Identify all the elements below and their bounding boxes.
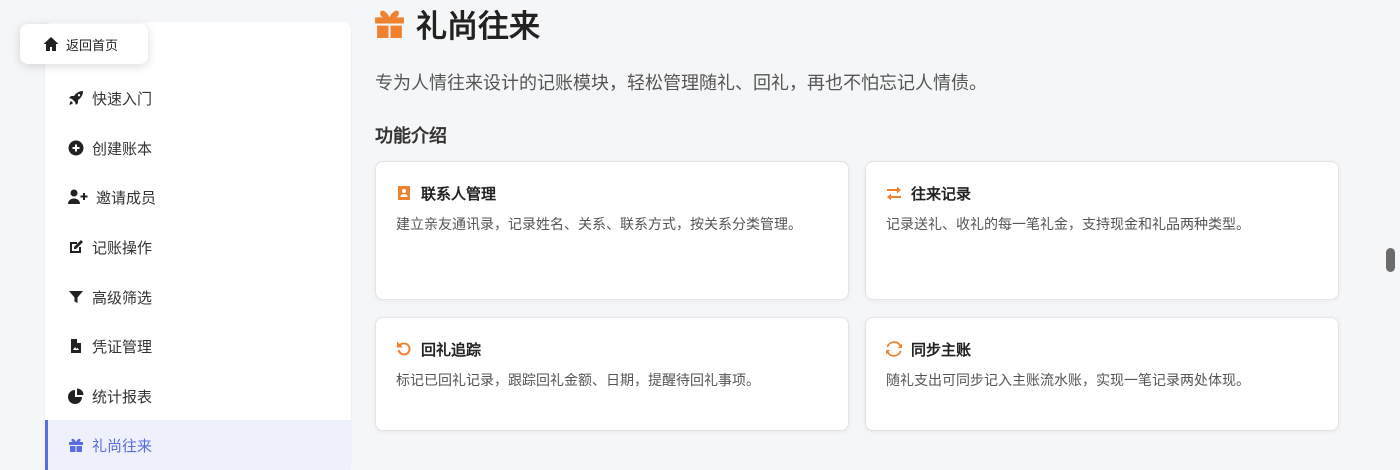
gift-icon	[67, 436, 85, 454]
sidebar-item-label: 邀请成员	[96, 188, 157, 207]
sidebar-item-reports[interactable]: 统计报表	[45, 371, 351, 421]
feature-card-header: 联系人管理	[396, 182, 828, 204]
back-home-button[interactable]: 返回首页	[20, 24, 148, 64]
feature-card-return-gift: 回礼追踪 标记已回礼记录，跟踪回礼金额、日期，提醒待回礼事项。	[375, 317, 849, 431]
feature-card-desc: 标记已回礼记录，跟踪回礼金额、日期，提醒待回礼事项。	[396, 373, 760, 389]
feature-card-desc: 记录送礼、收礼的每一笔礼金，支持现金和礼品两种类型。	[886, 217, 1250, 233]
feature-card-title: 联系人管理	[421, 184, 497, 203]
page-subtitle: 专为人情往来设计的记账模块，轻松管理随礼、回礼，再也不怕忘记人情债。	[375, 73, 987, 94]
feature-card-header: 往来记录	[886, 182, 1318, 204]
sidebar: 介绍 快速入门 创建账本 邀请成员 记账操作 高级筛选 凭证管理	[45, 22, 351, 470]
sidebar-item-voucher[interactable]: 凭证管理	[45, 321, 351, 371]
sidebar-item-label: 高级筛选	[92, 288, 153, 307]
feature-card-contacts: 联系人管理 建立亲友通讯录，记录姓名、关系、联系方式，按关系分类管理。	[375, 161, 849, 300]
feature-card-title: 往来记录	[911, 184, 972, 203]
section-title: 功能介绍	[375, 126, 447, 147]
sidebar-item-invite-members[interactable]: 邀请成员	[45, 172, 351, 222]
page-title-text: 礼尚往来	[416, 8, 540, 45]
exchange-arrows-icon	[887, 186, 901, 201]
pie-chart-icon	[67, 387, 85, 405]
sidebar-item-quickstart[interactable]: 快速入门	[45, 73, 351, 123]
sidebar-item-label: 快速入门	[92, 89, 153, 108]
feature-card-desc: 随礼支出可同步记入主账流水账，实现一笔记录两处体现。	[886, 373, 1250, 389]
feature-card-title: 同步主账	[911, 340, 972, 359]
back-home-label: 返回首页	[66, 38, 119, 54]
edit-icon	[67, 238, 85, 256]
sync-icon	[886, 341, 902, 357]
user-plus-icon	[67, 188, 89, 206]
sidebar-item-gifts[interactable]: 礼尚往来	[45, 420, 351, 470]
feature-card-sync: 同步主账 随礼支出可同步记入主账流水账，实现一笔记录两处体现。	[865, 317, 1339, 431]
feature-card-records: 往来记录 记录送礼、收礼的每一笔礼金，支持现金和礼品两种类型。	[865, 161, 1339, 300]
home-icon	[43, 37, 59, 51]
file-icon	[67, 337, 85, 355]
filter-icon	[67, 288, 85, 306]
feature-card-header: 同步主账	[886, 338, 1318, 360]
gift-icon	[375, 10, 404, 38]
undo-icon	[397, 341, 411, 356]
sidebar-item-bookkeeping[interactable]: 记账操作	[45, 222, 351, 272]
scrollbar-thumb[interactable]	[1386, 248, 1395, 272]
rocket-icon	[67, 89, 85, 107]
sidebar-item-advanced-filter[interactable]: 高级筛选	[45, 272, 351, 322]
sidebar-item-label: 统计报表	[92, 387, 153, 406]
feature-card-header: 回礼追踪	[396, 338, 828, 360]
feature-card-title: 回礼追踪	[421, 340, 482, 359]
contact-card-icon	[398, 186, 410, 200]
sidebar-item-label: 创建账本	[92, 139, 153, 158]
feature-card-desc: 建立亲友通讯录，记录姓名、关系、联系方式，按关系分类管理。	[396, 217, 802, 233]
sidebar-item-label: 凭证管理	[92, 337, 153, 356]
sidebar-item-label: 礼尚往来	[92, 436, 153, 455]
sidebar-item-label: 记账操作	[92, 238, 153, 257]
sidebar-item-create-ledger[interactable]: 创建账本	[45, 123, 351, 173]
plus-circle-icon	[67, 139, 85, 157]
page-title: 礼尚往来	[373, 2, 540, 45]
